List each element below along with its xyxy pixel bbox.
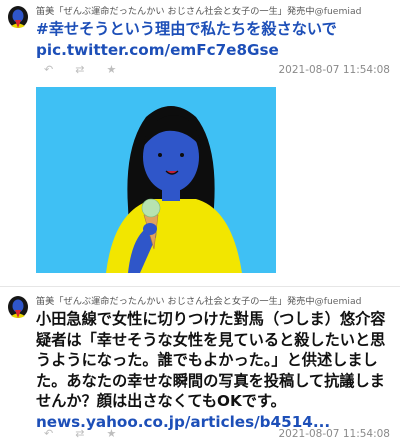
- tweet-footer: ↶ ⇄ ★ 2021-08-07 11:54:08: [36, 427, 390, 441]
- reply-icon[interactable]: ↶: [44, 427, 53, 441]
- timestamp[interactable]: 2021-08-07 11:54:08: [278, 428, 390, 440]
- tweet-actions: ↶ ⇄ ★: [44, 63, 116, 77]
- heart-icon[interactable]: ★: [106, 63, 116, 77]
- heart-icon[interactable]: ★: [106, 427, 116, 441]
- avatar[interactable]: [6, 294, 30, 318]
- tweet-footer: ↶ ⇄ ★ 2021-08-07 11:54:08: [36, 63, 390, 77]
- tweet-image[interactable]: [36, 87, 276, 273]
- tweet-divider: [0, 286, 400, 287]
- reply-icon[interactable]: ↶: [44, 63, 53, 77]
- illustration-girl-with-ice-cream: [36, 87, 276, 273]
- author-handle[interactable]: @fuemiad: [315, 296, 362, 307]
- tweet-header: 笛美「ぜんぶ運命だったんかい おじさん社会と女子の一生」発売中@fuemiad: [36, 3, 396, 17]
- tweet-text: 小田急線で女性に切りつけた對馬（つしま）悠介容疑者は「幸せそうな女性を見ていると…: [36, 309, 396, 432]
- retweet-icon[interactable]: ⇄: [75, 427, 84, 441]
- hashtag-link[interactable]: #幸せそうという理由で私たちを殺さないで: [36, 19, 396, 40]
- tweet-body: 小田急線で女性に切りつけた對馬（つしま）悠介容疑者は「幸せそうな女性を見ていると…: [36, 310, 386, 410]
- timestamp[interactable]: 2021-08-07 11:54:08: [278, 64, 390, 76]
- retweet-icon[interactable]: ⇄: [75, 63, 84, 77]
- avatar[interactable]: [6, 4, 30, 28]
- author-handle[interactable]: @fuemiad: [315, 6, 362, 17]
- media-link[interactable]: pic.twitter.com/emFc7e8Gse: [36, 40, 396, 61]
- tweet-text: #幸せそうという理由で私たちを殺さないで pic.twitter.com/emF…: [36, 19, 396, 60]
- tweet-header: 笛美「ぜんぶ運命だったんかい おじさん社会と女子の一生」発売中@fuemiad: [36, 293, 396, 307]
- tweet-actions: ↶ ⇄ ★: [44, 427, 116, 441]
- author-name[interactable]: 笛美「ぜんぶ運命だったんかい おじさん社会と女子の一生」発売中: [36, 296, 315, 307]
- author-name[interactable]: 笛美「ぜんぶ運命だったんかい おじさん社会と女子の一生」発売中: [36, 6, 315, 17]
